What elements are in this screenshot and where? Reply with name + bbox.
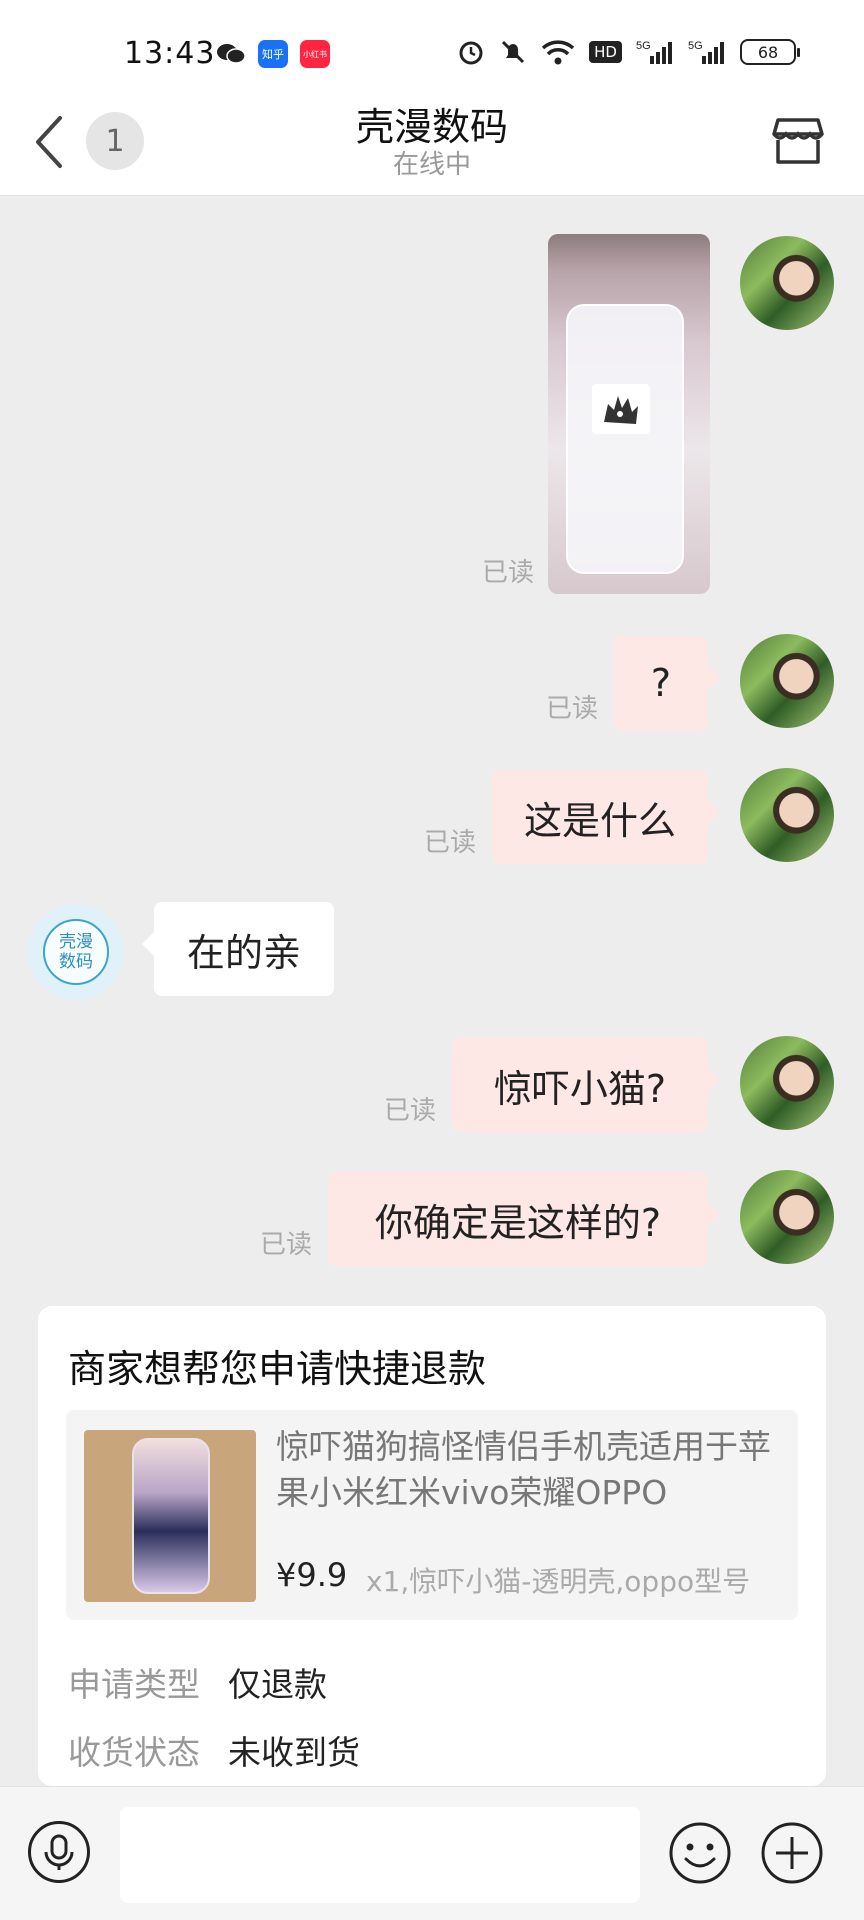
zhihu-label: 知乎 (262, 48, 284, 61)
message-text: 在的亲 (186, 930, 301, 975)
phone-case-thumbnail (132, 1438, 210, 1594)
refund-type-label: 申请类型 (68, 1665, 200, 1704)
message-input[interactable] (120, 1807, 640, 1903)
svg-text:5G: 5G (636, 40, 651, 52)
read-receipt: 已读 (546, 694, 599, 724)
battery-level: 68 (757, 42, 779, 62)
read-receipt: 已读 (482, 558, 535, 588)
smiley-icon (669, 1822, 731, 1884)
my-avatar[interactable] (740, 236, 834, 330)
chat-header: 1 壳漫数码 在线中 (0, 92, 864, 196)
message-text: ? (650, 661, 672, 705)
input-bar (0, 1786, 864, 1920)
my-avatar[interactable] (740, 1170, 834, 1264)
product-title: 惊吓猫狗搞怪情侣手机壳适用于苹果小米红米vivo荣耀OPPO (276, 1427, 771, 1512)
store-icon (772, 118, 824, 164)
message-text: 这是什么 (523, 798, 676, 843)
shop-message-bubble[interactable]: 在的亲 (142, 902, 334, 996)
photo-message[interactable] (548, 234, 710, 594)
refund-type-row: 申请类型 仅退款 (68, 1658, 327, 1706)
my-avatar[interactable] (740, 768, 834, 862)
alarm-icon (459, 41, 483, 65)
wechat-icon (216, 40, 246, 68)
shop-avatar[interactable]: 壳漫 数码 (28, 904, 124, 1000)
read-receipt: 已读 (260, 1230, 313, 1260)
read-receipt: 已读 (424, 828, 477, 858)
product-price: ¥9.9 (276, 1556, 348, 1594)
xiaohongshu-icon: 小红书 (300, 40, 330, 68)
message-bubble[interactable]: 这是什么 (492, 770, 720, 864)
product-spec: x1,惊吓小猫-透明壳,oppo型号 (366, 1565, 751, 1598)
message-text: 惊吓小猫? (493, 1066, 667, 1111)
message-bubble[interactable]: 你确定是这样的? (328, 1172, 720, 1266)
delivery-status-label: 收货状态 (68, 1733, 200, 1772)
svg-text:5G: 5G (688, 40, 703, 52)
phone-case-photo (566, 304, 684, 574)
shop-logo-line1: 壳漫 (59, 932, 93, 952)
shop-logo: 壳漫 数码 (43, 919, 109, 985)
more-button[interactable] (760, 1821, 824, 1885)
wifi-icon (541, 40, 575, 65)
refund-type-value: 仅退款 (228, 1665, 327, 1704)
plus-icon (761, 1822, 823, 1884)
message-bubble[interactable]: 惊吓小猫? (452, 1038, 720, 1132)
signal-5g-icon-1: 5G (636, 40, 672, 64)
voice-button[interactable] (28, 1821, 90, 1883)
refund-card-title: 商家想帮您申请快捷退款 (68, 1347, 487, 1391)
hd-badge: HD (589, 41, 622, 63)
refund-card[interactable]: 商家想帮您申请快捷退款 惊吓猫狗搞怪情侣手机壳适用于苹果小米红米vivo荣耀OP… (38, 1306, 826, 1786)
message-bubble[interactable]: ? (614, 636, 720, 730)
message-text: 你确定是这样的? (374, 1200, 662, 1245)
status-time: 13:43 (124, 36, 216, 71)
product-summary[interactable]: 惊吓猫狗搞怪情侣手机壳适用于苹果小米红米vivo荣耀OPPO ¥9.9 x1,惊… (66, 1410, 798, 1620)
read-receipt: 已读 (384, 1096, 437, 1126)
mute-bell-icon (502, 40, 525, 64)
signal-5g-icon-2: 5G (688, 40, 724, 64)
store-button[interactable] (770, 112, 826, 168)
emoji-button[interactable] (668, 1821, 732, 1885)
xiaohongshu-label: 小红书 (303, 49, 327, 59)
page-title: 壳漫数码 (355, 105, 508, 149)
delivery-status-value: 未收到货 (228, 1733, 360, 1772)
cat-sticker (592, 384, 650, 434)
battery-icon: 68 (740, 39, 800, 65)
shop-logo-line2: 数码 (59, 952, 93, 972)
delivery-status-row: 收货状态 未收到货 (68, 1726, 360, 1774)
my-avatar[interactable] (740, 1036, 834, 1130)
status-bar: 13:43 知乎 小红书 HD 5G 5G 68 (0, 0, 864, 92)
microphone-icon (44, 1834, 74, 1870)
my-avatar[interactable] (740, 634, 834, 728)
status-icons: HD 5G 5G 68 (457, 38, 800, 66)
zhihu-icon: 知乎 (258, 40, 288, 68)
product-image (84, 1430, 256, 1602)
online-status: 在线中 (392, 150, 471, 180)
